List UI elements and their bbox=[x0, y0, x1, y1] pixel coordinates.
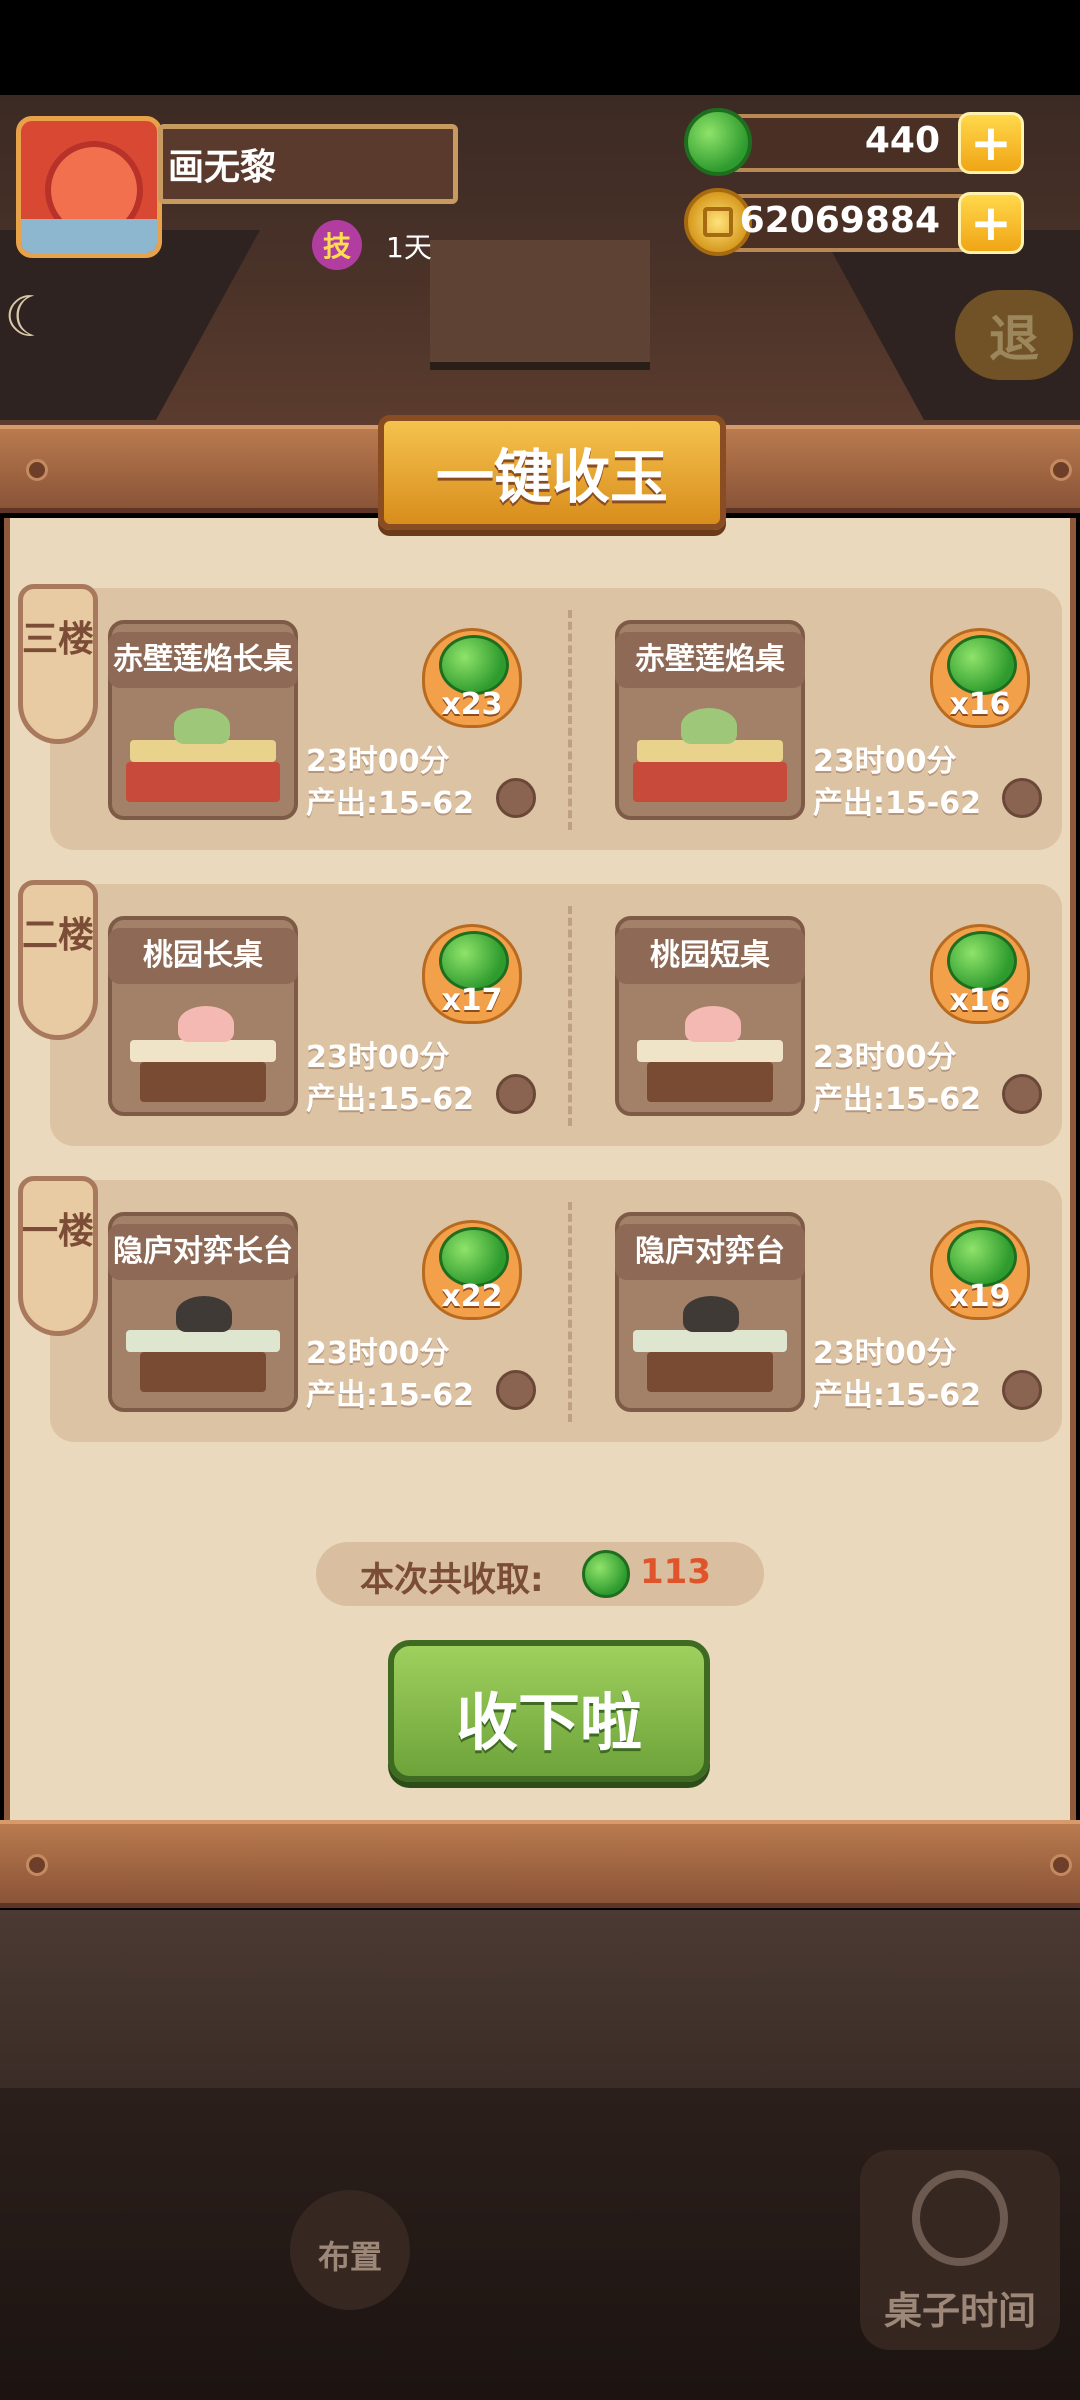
collect-button-label[interactable]: 收下啦 bbox=[388, 1672, 710, 1762]
table-output: 产出:15-62 bbox=[306, 1378, 474, 1413]
coin-small-icon bbox=[496, 1370, 536, 1410]
table-time: 23时00分 bbox=[813, 744, 957, 779]
jade-count-bubble: x16 bbox=[930, 924, 1030, 1024]
floor-label-3: 三楼 bbox=[21, 619, 94, 660]
jade-icon bbox=[439, 1227, 509, 1287]
layout-button-label[interactable]: 布置 bbox=[290, 2232, 410, 2278]
row-divider bbox=[568, 906, 572, 1126]
dish-illustration bbox=[178, 1006, 234, 1042]
jade-count-bubble: x22 bbox=[422, 1220, 522, 1320]
jade-count-bubble: x16 bbox=[930, 628, 1030, 728]
table-illustration-top bbox=[130, 1040, 276, 1062]
dish-illustration bbox=[683, 1296, 739, 1332]
total-collected-label: 本次共收取: bbox=[360, 1560, 544, 1600]
jade-count: x19 bbox=[949, 1279, 1011, 1314]
jade-icon bbox=[439, 931, 509, 991]
coin-small-icon bbox=[496, 778, 536, 818]
table-output: 产出:15-62 bbox=[813, 786, 981, 821]
table-output: 产出:15-62 bbox=[813, 1378, 981, 1413]
jade-icon bbox=[684, 108, 752, 176]
table-illustration-base bbox=[126, 762, 280, 802]
table-time: 23时00分 bbox=[813, 1336, 957, 1371]
nail-icon bbox=[1050, 459, 1072, 481]
table-name: 隐庐对弈台 bbox=[615, 1224, 805, 1280]
table-illustration-base bbox=[633, 762, 787, 802]
avatar-wave bbox=[21, 219, 157, 253]
table-time-button-label[interactable]: 桌子时间 bbox=[860, 2280, 1060, 2335]
table-illustration-base bbox=[647, 1352, 773, 1392]
table-illustration-base bbox=[140, 1352, 266, 1392]
skill-badge-icon[interactable]: 技 bbox=[312, 220, 362, 270]
coin-small-icon bbox=[496, 1074, 536, 1114]
clock-icon bbox=[912, 2170, 1008, 2266]
panel-bottom-beam bbox=[0, 1820, 1080, 1908]
table-name: 桃园短桌 bbox=[615, 928, 805, 984]
panel-title: 一键收玉 bbox=[435, 443, 668, 511]
table-name: 赤壁莲焰长桌 bbox=[108, 632, 298, 688]
dish-illustration bbox=[174, 708, 230, 744]
coin-small-icon bbox=[1002, 1074, 1042, 1114]
jade-icon bbox=[947, 1227, 1017, 1287]
status-bar-area bbox=[0, 0, 1080, 95]
skill-days: 1天 bbox=[386, 231, 432, 264]
table-output: 产出:15-62 bbox=[813, 1082, 981, 1117]
table-time: 23时00分 bbox=[306, 1336, 450, 1371]
table-illustration-base bbox=[647, 1062, 773, 1102]
table-time: 23时00分 bbox=[813, 1040, 957, 1075]
floor-tag-3 bbox=[18, 584, 98, 744]
jade-count: x16 bbox=[949, 983, 1011, 1018]
nail-icon bbox=[1050, 1854, 1072, 1876]
player-name: 画无黎 bbox=[168, 147, 277, 188]
moon-icon: ☾ bbox=[4, 285, 55, 350]
add-coins-button[interactable]: + bbox=[958, 192, 1024, 254]
jade-amount: 440 bbox=[864, 120, 940, 161]
jade-icon bbox=[947, 635, 1017, 695]
table-output: 产出:15-62 bbox=[306, 1082, 474, 1117]
jade-icon bbox=[439, 635, 509, 695]
floor-tag-1 bbox=[18, 1176, 98, 1336]
row-divider bbox=[568, 610, 572, 830]
table-illustration-top bbox=[126, 1330, 280, 1352]
nail-icon bbox=[26, 1854, 48, 1876]
jade-count: x23 bbox=[441, 687, 503, 722]
jade-count: x22 bbox=[441, 1279, 503, 1314]
jade-icon bbox=[582, 1550, 630, 1598]
coin-small-icon bbox=[1002, 778, 1042, 818]
jade-count-bubble: x17 bbox=[422, 924, 522, 1024]
jade-icon bbox=[947, 931, 1017, 991]
dish-illustration bbox=[176, 1296, 232, 1332]
floor-label-1: 一楼 bbox=[21, 1211, 94, 1252]
table-name: 赤壁莲焰桌 bbox=[615, 632, 805, 688]
jade-count: x16 bbox=[949, 687, 1011, 722]
total-collected-value: 113 bbox=[640, 1552, 711, 1592]
restaurant-scene-bottom bbox=[0, 1910, 1080, 2090]
jade-count-bubble: x23 bbox=[422, 628, 522, 728]
dish-illustration bbox=[681, 708, 737, 744]
table-output: 产出:15-62 bbox=[306, 786, 474, 821]
jade-count-bubble: x19 bbox=[930, 1220, 1030, 1320]
floor-label-2: 二楼 bbox=[21, 915, 94, 956]
floor-tag-2 bbox=[18, 880, 98, 1040]
nail-icon bbox=[26, 459, 48, 481]
table-illustration-top bbox=[637, 1040, 783, 1062]
dish-illustration bbox=[685, 1006, 741, 1042]
table-time: 23时00分 bbox=[306, 1040, 450, 1075]
table-time: 23时00分 bbox=[306, 744, 450, 779]
table-illustration-base bbox=[140, 1062, 266, 1102]
jade-count: x17 bbox=[441, 983, 503, 1018]
row-divider bbox=[568, 1202, 572, 1422]
player-avatar[interactable] bbox=[16, 116, 162, 258]
table-name: 桃园长桌 bbox=[108, 928, 298, 984]
table-illustration-top bbox=[633, 1330, 787, 1352]
table-name: 隐庐对弈长台 bbox=[108, 1224, 298, 1280]
exit-button[interactable]: 退 bbox=[955, 290, 1073, 380]
coin-amount: 62069884 bbox=[739, 200, 940, 241]
wall-scroll-decoration bbox=[430, 240, 650, 370]
add-jade-button[interactable]: + bbox=[958, 112, 1024, 174]
coin-small-icon bbox=[1002, 1370, 1042, 1410]
